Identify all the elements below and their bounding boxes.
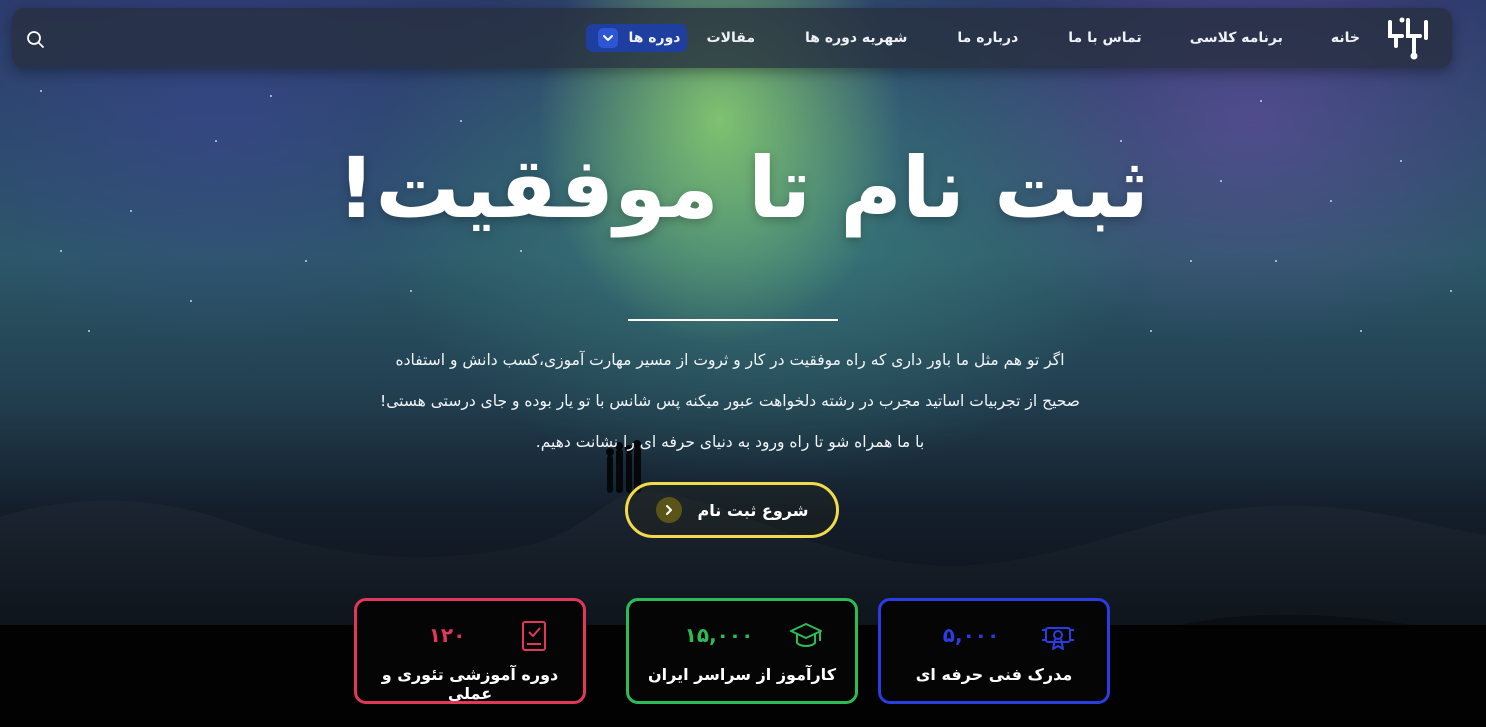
- title-divider: [628, 319, 838, 321]
- stat-label: مدرک فنی حرفه ای: [915, 665, 1073, 684]
- stat-card-trainees: ۱۵,۰۰۰ کارآموز از سراسر ایران: [626, 598, 858, 704]
- chevron-right-icon: [655, 497, 682, 523]
- stat-card-courses: ۱۲۰ دوره آموزشی تئوری و عملی: [354, 598, 586, 704]
- nav-menu: خانه برنامه کلاسی تماس با ما درباره ما ش…: [586, 8, 1360, 68]
- stat-value: ۱۲۰: [428, 623, 466, 647]
- hero-title: ثبت نام تا موفقیت!: [337, 139, 1149, 237]
- nav-item-home[interactable]: خانه: [1331, 30, 1360, 46]
- stat-value: ۱۵,۰۰۰: [684, 623, 754, 647]
- nav-item-contact[interactable]: تماس با ما: [1068, 30, 1141, 46]
- nav-item-about[interactable]: درباره ما: [957, 30, 1018, 46]
- hero-description: اگر تو هم مثل ما باور داری که راه موفقیت…: [380, 351, 1080, 451]
- start-registration-button[interactable]: شروع ثبت نام: [625, 482, 839, 538]
- stat-value: ۵,۰۰۰: [942, 623, 1000, 647]
- nav-dropdown-label: دوره ها: [628, 30, 681, 46]
- search-icon[interactable]: [24, 28, 46, 50]
- nav-dropdown-courses[interactable]: دوره ها: [586, 24, 687, 52]
- nav-item-articles[interactable]: مقالات: [707, 30, 756, 46]
- circuit-logo-icon[interactable]: [1382, 12, 1434, 64]
- navbar: خانه برنامه کلاسی تماس با ما درباره ما ش…: [12, 8, 1452, 68]
- cta-label: شروع ثبت نام: [697, 500, 809, 520]
- chevron-down-icon: [598, 28, 619, 48]
- stat-card-certificates: ۵,۰۰۰ مدرک فنی حرفه ای: [878, 598, 1110, 704]
- nav-item-class-schedule[interactable]: برنامه کلاسی: [1190, 30, 1283, 46]
- stat-label: دوره آموزشی تئوری و عملی: [381, 665, 559, 703]
- nav-item-tuition[interactable]: شهریه دوره ها: [805, 30, 907, 46]
- stat-label: کارآموز از سراسر ایران: [647, 665, 836, 684]
